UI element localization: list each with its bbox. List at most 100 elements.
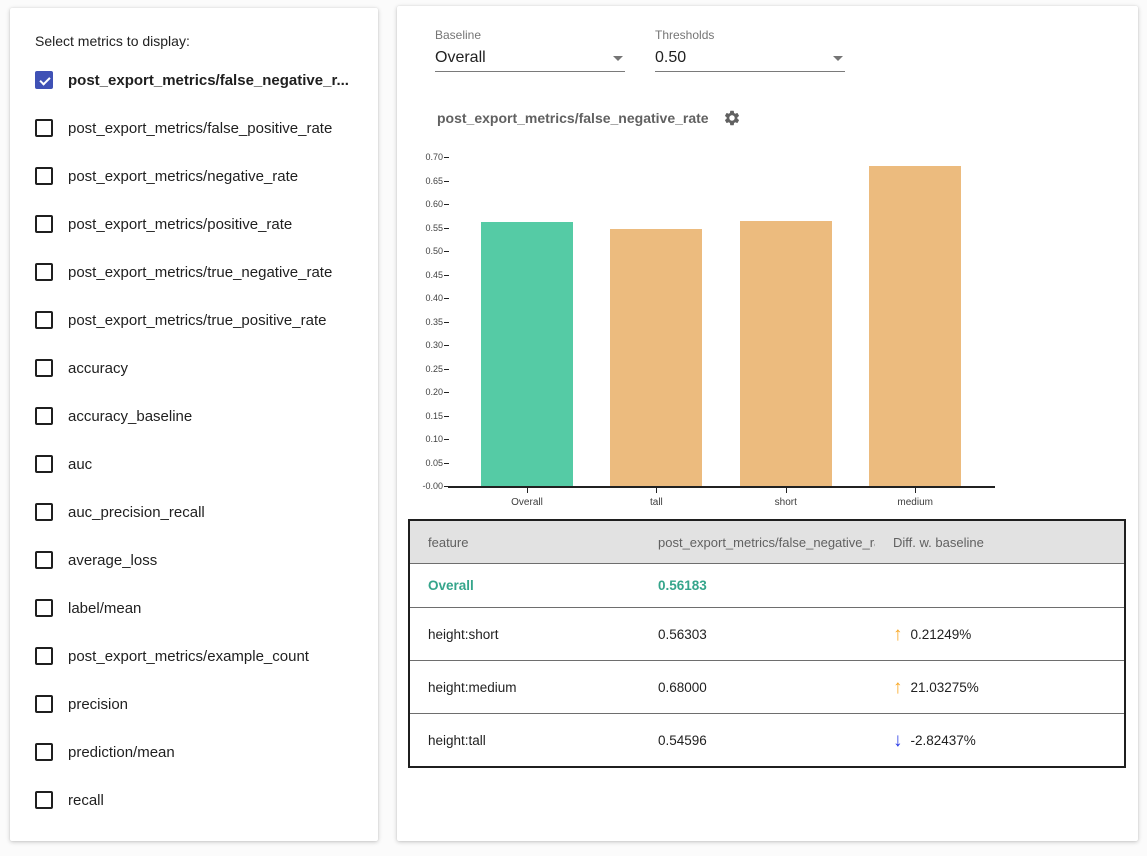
y-axis-tick-label: 0.50 [421, 246, 443, 256]
checkbox-unchecked-icon[interactable] [35, 311, 53, 329]
chevron-down-icon[interactable] [613, 56, 623, 61]
checkbox-unchecked-icon[interactable] [35, 695, 53, 713]
column-header-feature: feature [410, 535, 640, 550]
chart-bar-tall[interactable] [610, 229, 702, 486]
y-axis-tick [444, 275, 449, 276]
metric-checkbox-item[interactable]: precision [35, 680, 353, 728]
metric-label: post_export_metrics/false_negative_r... [68, 72, 349, 89]
metrics-panel: Baseline Overall Thresholds 0.50 post_ex… [397, 6, 1138, 841]
y-axis-tick [444, 416, 449, 417]
metric-checkbox-item[interactable]: post_export_metrics/true_positive_rate [35, 296, 353, 344]
y-axis-tick-label: -0.00 [421, 481, 443, 491]
y-axis-tick [444, 228, 449, 229]
chart-title: post_export_metrics/false_negative_rate [437, 110, 709, 126]
checkbox-unchecked-icon[interactable] [35, 551, 53, 569]
metric-label: label/mean [68, 600, 141, 617]
x-axis-tick [915, 488, 916, 493]
checkbox-unchecked-icon[interactable] [35, 647, 53, 665]
y-axis-tick-label: 0.25 [421, 364, 443, 374]
y-axis-tick-label: 0.20 [421, 387, 443, 397]
metric-value-cell: 0.54596 [640, 733, 875, 748]
metric-checkbox-item[interactable]: prediction/mean [35, 728, 353, 776]
checkbox-unchecked-icon[interactable] [35, 263, 53, 281]
diff-cell: ↑ 0.21249% [875, 625, 1124, 644]
y-axis-tick [444, 204, 449, 205]
metric-checkbox-item[interactable]: auc_precision_recall [35, 488, 353, 536]
metric-checkbox-item[interactable]: post_export_metrics/false_positive_rate [35, 104, 353, 152]
column-header-diff: Diff. w. baseline [875, 535, 1124, 550]
chevron-down-icon[interactable] [833, 56, 843, 61]
table-row: Overall0.56183 [410, 563, 1124, 607]
metric-checkbox-item[interactable]: recall [35, 776, 353, 824]
checkbox-unchecked-icon[interactable] [35, 503, 53, 521]
y-axis-tick-label: 0.10 [421, 434, 443, 444]
chart-bar-short[interactable] [740, 221, 832, 486]
metric-checkbox-item[interactable]: auc [35, 440, 353, 488]
x-axis-tick-label: short [775, 497, 797, 508]
chart-bar-Overall[interactable] [481, 222, 573, 486]
metric-label: post_export_metrics/true_positive_rate [68, 312, 326, 329]
checkbox-unchecked-icon[interactable] [35, 455, 53, 473]
y-axis-tick [444, 322, 449, 323]
y-axis-tick-label: 0.60 [421, 199, 443, 209]
thresholds-value[interactable]: 0.50 [655, 49, 686, 67]
metrics-table: feature post_export_metrics/false_negati… [408, 519, 1126, 768]
x-axis-tick-label: tall [650, 497, 663, 508]
checkbox-unchecked-icon[interactable] [35, 407, 53, 425]
metric-label: post_export_metrics/false_positive_rate [68, 120, 332, 137]
feature-cell: Overall [410, 578, 640, 593]
y-axis-tick [444, 181, 449, 182]
metric-label: auc_precision_recall [68, 504, 205, 521]
baseline-dropdown[interactable]: Baseline Overall [435, 28, 625, 72]
checkbox-checked-icon[interactable] [35, 71, 53, 89]
metric-checkbox-item[interactable]: average_loss [35, 536, 353, 584]
metric-label: auc [68, 456, 92, 473]
y-axis-tick-label: 0.55 [421, 223, 443, 233]
y-axis-tick-label: 0.05 [421, 458, 443, 468]
settings-gear-icon[interactable] [723, 109, 741, 127]
metric-checkbox-item[interactable]: label/mean [35, 584, 353, 632]
y-axis-tick-label: 0.35 [421, 317, 443, 327]
y-axis-tick-label: 0.45 [421, 270, 443, 280]
y-axis-tick-label: 0.40 [421, 293, 443, 303]
table-row: height:medium0.68000↑21.03275% [410, 660, 1124, 713]
metric-checkbox-item[interactable]: post_export_metrics/false_negative_r... [35, 56, 353, 104]
checkbox-unchecked-icon[interactable] [35, 119, 53, 137]
diff-value: -2.82437% [911, 733, 976, 748]
bar-chart: 0.700.650.600.550.500.450.400.350.300.25… [421, 157, 1021, 522]
table-header: feature post_export_metrics/false_negati… [410, 521, 1124, 563]
metric-checkbox-item[interactable]: post_export_metrics/true_negative_rate [35, 248, 353, 296]
y-axis-tick-label: 0.15 [421, 411, 443, 421]
metric-checkbox-item[interactable]: accuracy_baseline [35, 392, 353, 440]
diff-value: 0.21249% [911, 627, 972, 642]
metric-checkbox-item[interactable]: post_export_metrics/positive_rate [35, 200, 353, 248]
feature-cell: height:medium [410, 680, 640, 695]
y-axis-tick-label: 0.30 [421, 340, 443, 350]
chart-bar-medium[interactable] [869, 166, 961, 486]
x-axis-tick-label: medium [897, 497, 933, 508]
metric-value-cell: 0.56303 [640, 627, 875, 642]
arrow-down-icon: ↓ [893, 731, 903, 750]
metrics-list: post_export_metrics/false_negative_r...p… [35, 56, 353, 824]
arrow-up-icon: ↑ [893, 625, 903, 644]
baseline-value[interactable]: Overall [435, 49, 486, 67]
metric-checkbox-item[interactable]: post_export_metrics/example_count [35, 632, 353, 680]
metric-label: precision [68, 696, 128, 713]
metric-checkbox-item[interactable]: post_export_metrics/negative_rate [35, 152, 353, 200]
table-row: height:tall0.54596↓-2.82437% [410, 713, 1124, 766]
metric-value-cell: 0.68000 [640, 680, 875, 695]
metric-value-cell: 0.56183 [640, 578, 875, 593]
y-axis-tick [444, 298, 449, 299]
thresholds-dropdown[interactable]: Thresholds 0.50 [655, 28, 845, 72]
checkbox-unchecked-icon[interactable] [35, 791, 53, 809]
checkbox-unchecked-icon[interactable] [35, 215, 53, 233]
y-axis-tick [444, 369, 449, 370]
metric-checkbox-item[interactable]: accuracy [35, 344, 353, 392]
y-axis-tick [444, 157, 449, 158]
diff-value: 21.03275% [911, 680, 979, 695]
checkbox-unchecked-icon[interactable] [35, 743, 53, 761]
checkbox-unchecked-icon[interactable] [35, 359, 53, 377]
checkbox-unchecked-icon[interactable] [35, 599, 53, 617]
y-axis-tick [444, 463, 449, 464]
checkbox-unchecked-icon[interactable] [35, 167, 53, 185]
